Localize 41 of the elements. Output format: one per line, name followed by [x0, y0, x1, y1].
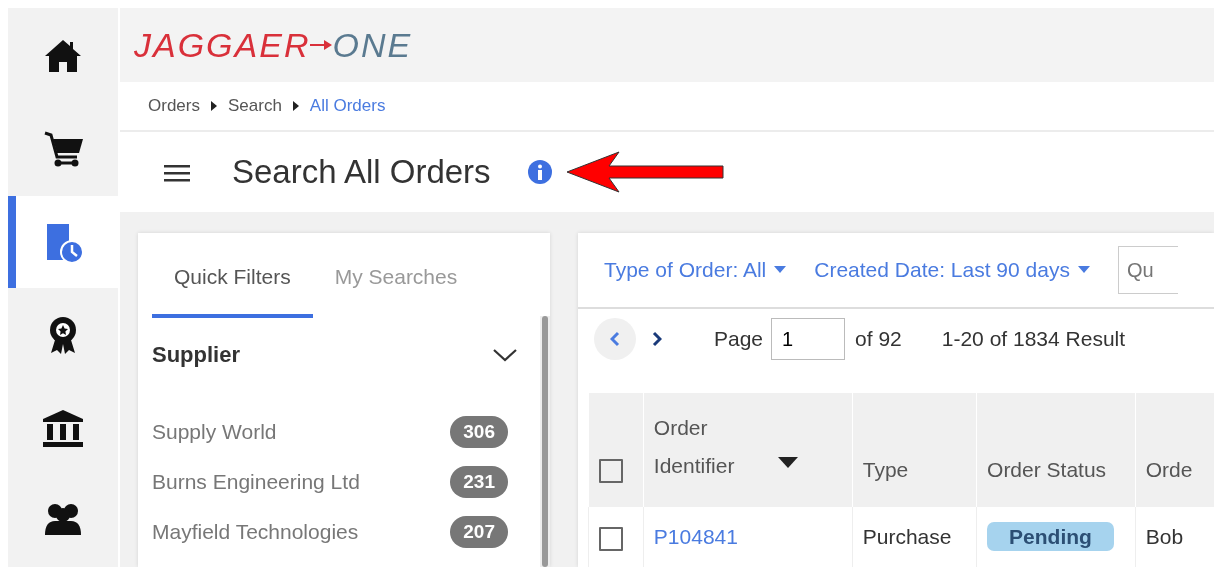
- table-cell: Bob: [1145, 525, 1184, 549]
- select-all-checkbox[interactable]: [599, 458, 623, 483]
- status-badge: Pending: [987, 522, 1114, 552]
- column-header[interactable]: Type: [862, 453, 909, 485]
- column-header[interactable]: Orde: [1145, 453, 1193, 485]
- page-field[interactable]: 1: [771, 318, 846, 360]
- page-count: of 92: [855, 326, 902, 353]
- filter-dropdown[interactable]: Created Date: Last 90 days: [814, 254, 1090, 286]
- caret-icon: [291, 100, 300, 112]
- sort-caret-icon: [777, 457, 798, 469]
- section-heading: Supplier: [152, 341, 240, 369]
- order-link[interactable]: P104841: [653, 525, 738, 549]
- row-checkbox[interactable]: [599, 526, 623, 551]
- breadcrumb-link[interactable]: Search: [227, 93, 282, 119]
- logo: JAGGAER ONE: [134, 24, 413, 66]
- arrow-icon: [310, 39, 333, 51]
- info-icon: [526, 159, 553, 185]
- filter-option[interactable]: Mayfield Technologies: [152, 516, 359, 548]
- chevron-right-icon: [652, 331, 662, 347]
- count-badge: 231: [450, 465, 508, 499]
- chevron-left-icon: [610, 331, 620, 347]
- filter-dropdown[interactable]: Type of Order: All: [604, 254, 787, 286]
- filter-tab[interactable]: Quick Filters: [152, 260, 313, 318]
- page-label: Page: [714, 326, 764, 353]
- breadcrumb-link[interactable]: All Orders: [309, 93, 386, 119]
- bank-icon: [43, 407, 83, 448]
- filter-option[interactable]: Supply World: [152, 416, 277, 448]
- filter-option[interactable]: Burns Engineering Ltd: [152, 466, 360, 498]
- chevron-down-icon: [492, 346, 518, 363]
- caret-down-icon: [774, 266, 787, 274]
- search-field[interactable]: Qu: [1117, 246, 1178, 294]
- caret-icon: [209, 100, 218, 112]
- table-cell: Purchase: [862, 525, 952, 549]
- menu-icon: [164, 162, 190, 183]
- caret-down-icon: [1077, 266, 1090, 274]
- breadcrumb-link[interactable]: Orders: [148, 93, 200, 119]
- page-title: Search All Orders: [232, 152, 491, 192]
- scrollbar-thumb[interactable]: [542, 316, 548, 567]
- count-badge: 207: [450, 515, 508, 549]
- results-summary: 1-20 of 1834 Result: [941, 326, 1126, 353]
- count-badge: 306: [450, 415, 508, 449]
